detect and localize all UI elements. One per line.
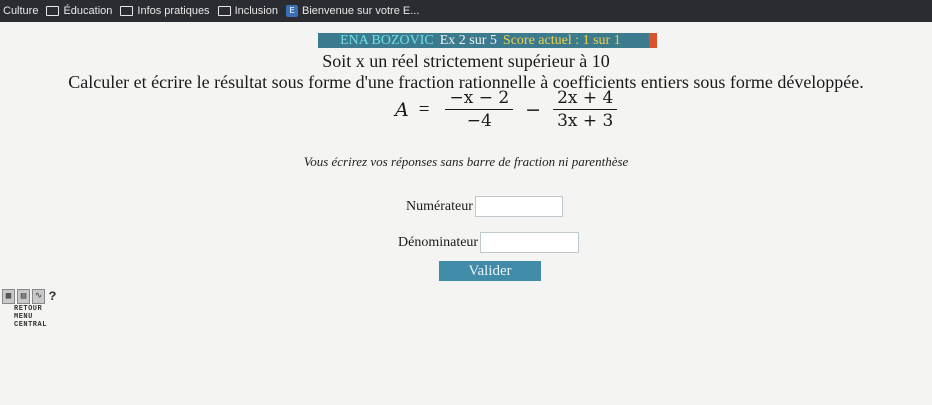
- help-icon[interactable]: ?: [47, 290, 58, 303]
- calculator-icon[interactable]: ▦: [2, 288, 15, 304]
- nav-panel: ▦ ▤ ∿ ? RETOUR MENU CENTRAL: [0, 287, 60, 335]
- bookmark-label: Culture: [3, 5, 39, 17]
- bookmark-label: Éducation: [63, 5, 113, 17]
- exercise-counter: Ex 2 sur 5: [439, 33, 497, 48]
- numerator-input[interactable]: [474, 196, 563, 217]
- fraction-1-denominator: −4: [466, 111, 492, 131]
- submit-button[interactable]: Valider: [439, 261, 541, 281]
- folder-icon: [217, 6, 231, 16]
- bookmark-label: Bienvenue sur votre E...: [301, 5, 420, 17]
- fraction-2-denominator: 3x + 3: [557, 111, 614, 131]
- folder-icon: [46, 6, 60, 16]
- denominator-input[interactable]: [480, 232, 580, 253]
- bookmark-infos-pratiques[interactable]: Infos pratiques: [120, 5, 210, 17]
- fraction-1-numerator: −x − 2: [445, 87, 514, 110]
- formula-operator: −: [525, 98, 542, 121]
- bookmark-culture[interactable]: Culture: [0, 5, 38, 17]
- formula-equals: =: [418, 98, 430, 120]
- denominator-label: Dénominateur: [398, 234, 479, 250]
- back-link[interactable]: RETOUR: [0, 305, 60, 313]
- numerator-row: Numérateur: [406, 196, 563, 217]
- bookmark-education[interactable]: Éducation: [46, 5, 112, 17]
- student-name: ENA BOZOVIC: [340, 33, 434, 48]
- bookmark-label: Inclusion: [234, 5, 278, 17]
- central-link[interactable]: CENTRAL: [0, 321, 60, 329]
- score-display: Score actuel : 1 sur 1: [502, 33, 621, 48]
- folder-icon: [120, 6, 134, 16]
- denominator-row: Dénominateur: [398, 232, 580, 253]
- bookmarks-bar: Culture Éducation Infos pratiques Inclus…: [0, 0, 932, 22]
- fraction-2: 2x + 4 3x + 3: [553, 87, 618, 132]
- header-accent: [649, 33, 657, 48]
- bookmark-bienvenue[interactable]: E Bienvenue sur votre E...: [285, 5, 420, 17]
- formula-variable: A: [395, 98, 409, 121]
- numerator-label: Numérateur: [406, 198, 473, 214]
- favicon-icon: E: [285, 5, 298, 17]
- bookmark-inclusion[interactable]: Inclusion: [217, 5, 278, 17]
- fraction-1: −x − 2 −4: [445, 87, 514, 132]
- fraction-2-numerator: 2x + 4: [553, 87, 618, 110]
- bookmark-label: Infos pratiques: [137, 5, 210, 17]
- exercise-header: ENA BOZOVIC Ex 2 sur 5 Score actuel : 1 …: [318, 33, 657, 48]
- graph-icon[interactable]: ∿: [32, 288, 45, 304]
- menu-link[interactable]: MENU: [0, 313, 60, 321]
- formula: A = −x − 2 −4 − 2x + 4 3x + 3: [395, 87, 623, 132]
- page-icon[interactable]: ▤: [17, 288, 30, 304]
- problem-statement: Soit x un réel strictement supérieur à 1…: [322, 51, 610, 71]
- answer-instruction: Vous écrirez vos réponses sans barre de …: [303, 154, 629, 169]
